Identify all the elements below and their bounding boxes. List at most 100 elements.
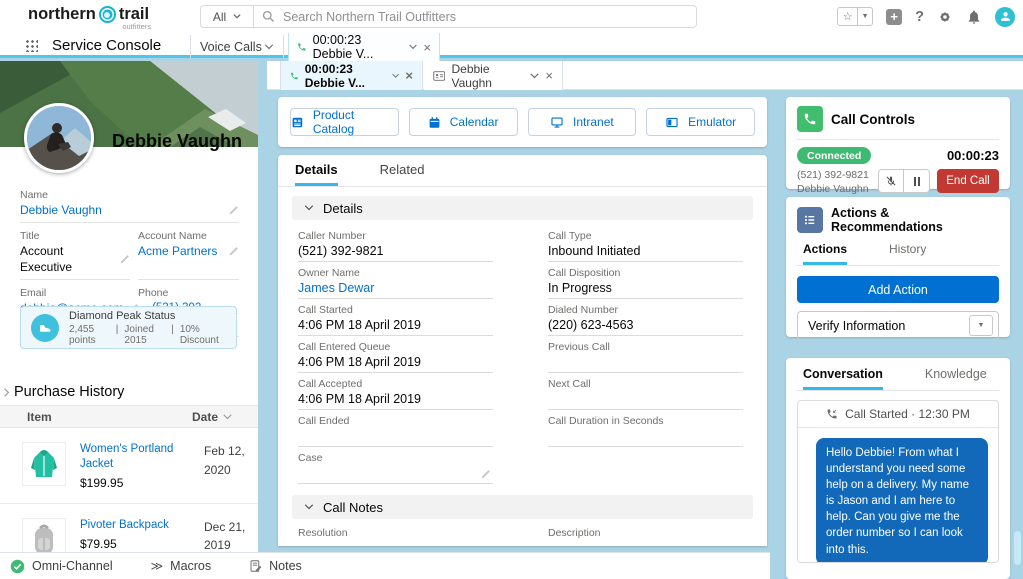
section-call-notes[interactable]: Call Notes [292,495,753,519]
omni-channel-utility[interactable]: Omni-Channel [10,559,113,574]
phone-incoming-icon [827,409,837,419]
chevron-down-icon[interactable] [264,43,274,50]
call-status-badge: Connected [797,147,872,164]
close-icon[interactable]: × [405,69,413,82]
help-button[interactable]: ? [915,9,924,25]
close-icon[interactable]: × [423,41,431,54]
logo-word-1: northern [28,5,96,23]
call-started-header: Call Started · 12:30 PM [798,401,998,428]
tab-history[interactable]: History [889,242,926,265]
loyalty-status-text: Diamond Peak Status 2,455 points | Joine… [69,310,226,346]
section-details[interactable]: Details [292,196,753,220]
field-call-type: Call Type Inbound Initiated [548,230,743,262]
field-row-title-account: Title Account Executive Account Name Acm… [20,230,239,287]
field-phone-label: Phone [138,287,169,299]
scrollbar-thumb[interactable] [1014,531,1021,565]
product-thumbnail [22,442,66,486]
chevron-right-icon[interactable] [2,388,11,397]
utility-bar: Omni-Channel ≫ Macros Notes [0,552,770,579]
edit-pencil-icon[interactable] [228,246,239,257]
gear-icon[interactable] [937,9,953,25]
contact-avatar-photo [27,106,91,170]
action-item-verify-information[interactable]: Verify Information ▼ [797,311,999,340]
action-list-icon [797,207,823,233]
user-avatar[interactable] [995,6,1015,27]
table-row: Pivoter Backpack $79.95 Dec 21, 2019 [0,504,258,552]
column-date[interactable]: Date [192,410,258,424]
notes-utility[interactable]: Notes [249,559,302,573]
field-resolution: Resolution [298,527,493,546]
product-catalog-button[interactable]: Product Catalog [290,108,399,136]
section-details-label: Details [323,200,363,216]
end-call-button[interactable]: End Call [937,169,999,193]
nav-tab-active-call[interactable]: 00:00:23 Debbie V... × [288,32,440,61]
search-scope-select[interactable]: All [200,5,253,28]
nav-tab-active-call-label: 00:00:23 Debbie V... [312,33,374,61]
tab-knowledge[interactable]: Knowledge [925,367,987,390]
field-name-value[interactable]: Debbie Vaughn [20,202,102,218]
chevron-down-icon[interactable] [530,72,540,79]
favorites-dropdown-icon[interactable]: ▼ [857,8,872,25]
backpack-image [35,524,53,552]
tab-related[interactable]: Related [380,155,425,186]
caller-info: (521) 392-9821 Debbie Vaughn [797,169,869,196]
chevron-down-icon[interactable] [409,44,418,50]
actions-panel-title: Actions & Recommendations [831,206,943,234]
tab-actions[interactable]: Actions [803,242,848,265]
tab-details[interactable]: Details [295,155,338,186]
field-title-value: Account Executive [20,244,73,274]
emulator-button[interactable]: Emulator [646,108,755,136]
action-item-label: Verify Information [808,318,906,333]
field-name-label: Name [20,189,49,201]
search-input[interactable] [283,9,696,24]
edit-pencil-icon[interactable] [730,545,741,546]
separator: | [171,323,174,335]
field-case: Case [298,452,493,484]
product-link[interactable]: Pivoter Backpack [80,518,202,533]
phone-icon [298,43,306,51]
star-icon[interactable]: ☆ [838,8,857,25]
field-account-value[interactable]: Acme Partners [138,243,217,259]
macros-icon: ≫ [150,559,164,573]
subtab-voice-call[interactable]: 00:00:23 Debbie V... × [280,61,423,90]
bell-icon[interactable] [966,9,982,25]
loyalty-status-card: Diamond Peak Status 2,455 points | Joine… [20,306,237,349]
header-utility-icons: ☆ ▼ + ? [837,0,1015,33]
intranet-button[interactable]: Intranet [527,108,637,136]
product-link[interactable]: Women's Portland Jacket [80,442,202,472]
calendar-button[interactable]: Calendar [408,108,518,136]
chat-message-bubble: Hello Debbie! From what I understand you… [816,438,988,562]
add-action-button[interactable]: Add Action [797,276,999,303]
macros-utility[interactable]: ≫ Macros [151,559,212,573]
subtab-contact-label: Debbie Vaughn [451,61,492,90]
column-item[interactable]: Item [0,410,52,424]
field-call-disposition: Call Disposition In Progress [548,267,743,299]
loyalty-status-title: Diamond Peak Status [69,309,176,322]
nav-tab-voice-calls[interactable]: Voice Calls [190,35,284,58]
product-price: $199.95 [80,475,124,490]
quick-create-button[interactable]: + [886,8,903,25]
chevron-down-icon[interactable] [392,73,400,79]
help-icon: ? [915,8,924,25]
tab-conversation[interactable]: Conversation [803,367,883,390]
edit-pencil-icon[interactable] [480,545,491,546]
conversation-tabs: Conversation Knowledge [797,367,999,391]
chevron-down-icon [233,14,241,19]
edit-pencil-icon[interactable] [119,254,130,265]
purchase-date: Feb 12, 2020 [204,444,245,477]
loyalty-discount: 10% Discount [179,323,219,346]
close-icon[interactable]: × [545,69,553,82]
jacket-image [31,450,57,477]
workspace-subtabs: 00:00:23 Debbie V... × Debbie Vaughn × [267,61,1023,90]
call-started-label: Call Started · 12:30 PM [845,407,970,421]
action-dropdown-button[interactable]: ▼ [969,315,993,336]
edit-pencil-icon[interactable] [480,469,491,480]
edit-pencil-icon[interactable] [228,205,239,216]
pause-button[interactable] [904,169,930,193]
purchase-history-title: Purchase History [14,384,125,400]
favorites-button[interactable]: ☆ ▼ [837,7,874,26]
subtab-contact[interactable]: Debbie Vaughn × [424,61,563,90]
app-launcher-icon[interactable] [25,39,38,52]
omni-channel-label: Omni-Channel [32,559,113,573]
mute-button[interactable] [878,169,904,193]
